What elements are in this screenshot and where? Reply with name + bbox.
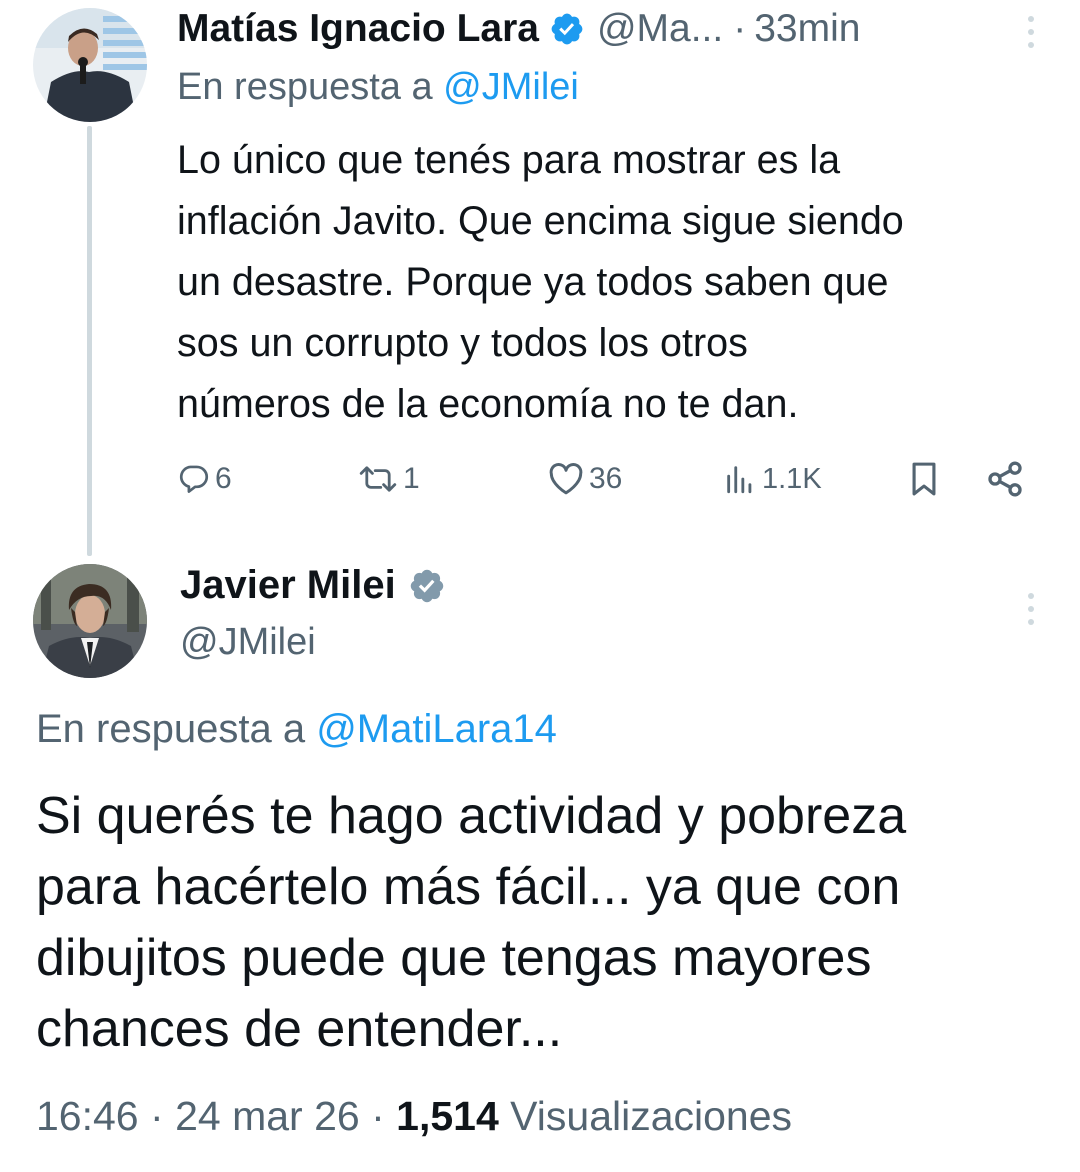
tweet-time[interactable]: 16:46	[36, 1093, 139, 1139]
reply-count: 6	[215, 462, 232, 495]
views-label: Visualizaciones	[510, 1093, 793, 1139]
reply-button[interactable]: 6	[177, 454, 232, 504]
author-handle[interactable]: @JMilei	[180, 621, 316, 664]
separator: ·	[371, 1093, 385, 1139]
author-name-row: Javier Milei	[180, 563, 446, 608]
tweet-time[interactable]: 33min	[754, 7, 860, 51]
separator: ·	[733, 7, 747, 50]
like-icon	[549, 463, 583, 495]
views-count: 1,514	[396, 1093, 499, 1139]
avatar[interactable]	[33, 8, 147, 122]
retweet-count: 1	[403, 462, 420, 495]
more-icon[interactable]	[1024, 14, 1038, 50]
tweet-text-line: Si querés te hago actividad y pobreza	[36, 787, 907, 845]
verified-icon	[408, 567, 446, 605]
tweet-meta: 16:46 · 24 mar 26 · 1,514 Visualizacione…	[36, 1093, 792, 1140]
tweet-text-line: sos un corrupto y todos los otros	[177, 321, 748, 365]
views-count: 1.1K	[762, 462, 822, 495]
like-button[interactable]: 36	[547, 454, 622, 504]
tweet-text-line: un desastre. Porque ya todos saben que	[177, 260, 889, 304]
tweet-text-line: números de la economía no te dan.	[177, 382, 799, 426]
separator: ·	[150, 1093, 164, 1139]
reply-context: En respuesta a @MatiLara14	[36, 707, 557, 752]
avatar[interactable]	[33, 564, 147, 678]
tweet-text-line: dibujitos puede que tengas mayores	[36, 929, 872, 987]
retweet-button[interactable]: 1	[357, 454, 420, 504]
thread-line	[87, 126, 92, 556]
tweet-text-line: para hacértelo más fácil... ya que con	[36, 858, 901, 916]
tweet-text-line: inflación Javito. Que encima sigue siend…	[177, 199, 904, 243]
more-icon[interactable]	[1024, 591, 1038, 627]
views-button[interactable]: 1.1K	[722, 454, 822, 504]
tweet-header: Matías Ignacio Lara @Ma... · 33min	[177, 4, 1040, 54]
tweet-text-line: Lo único que tenés para mostrar es la	[177, 138, 841, 182]
reply-context: En respuesta a @JMilei	[177, 66, 579, 109]
views-icon	[727, 466, 752, 494]
reply-mention-link[interactable]: @MatiLara14	[316, 707, 557, 751]
verified-icon	[549, 11, 585, 47]
author-name[interactable]: Matías Ignacio Lara	[177, 7, 539, 51]
bookmark-icon	[912, 462, 936, 496]
tweet-date[interactable]: 24 mar 26	[175, 1093, 360, 1139]
share-icon	[988, 461, 1022, 497]
tweet-text: Lo único que tenés para mostrar es la in…	[177, 130, 1057, 435]
tweet-text: Si querés te hago actividad y pobreza pa…	[36, 781, 1046, 1065]
author-name[interactable]: Javier Milei	[180, 563, 396, 608]
reply-tweet[interactable]: Matías Ignacio Lara @Ma... · 33min En re…	[0, 0, 1080, 556]
bookmark-button[interactable]	[907, 454, 941, 504]
reply-icon	[179, 465, 209, 493]
reply-mention-link[interactable]: @JMilei	[443, 66, 579, 108]
reply-prefix: En respuesta a	[36, 707, 306, 751]
reply-prefix: En respuesta a	[177, 66, 433, 108]
retweet-icon	[359, 466, 397, 492]
main-tweet: Javier Milei @JMilei En respuesta a @Mat…	[0, 555, 1080, 1172]
share-button[interactable]	[985, 454, 1025, 504]
author-handle[interactable]: @Ma...	[597, 7, 723, 51]
like-count: 36	[589, 462, 623, 495]
tweet-text-line: chances de entender...	[36, 1000, 563, 1058]
action-bar: 6 1 36 1.1K	[177, 454, 1037, 504]
